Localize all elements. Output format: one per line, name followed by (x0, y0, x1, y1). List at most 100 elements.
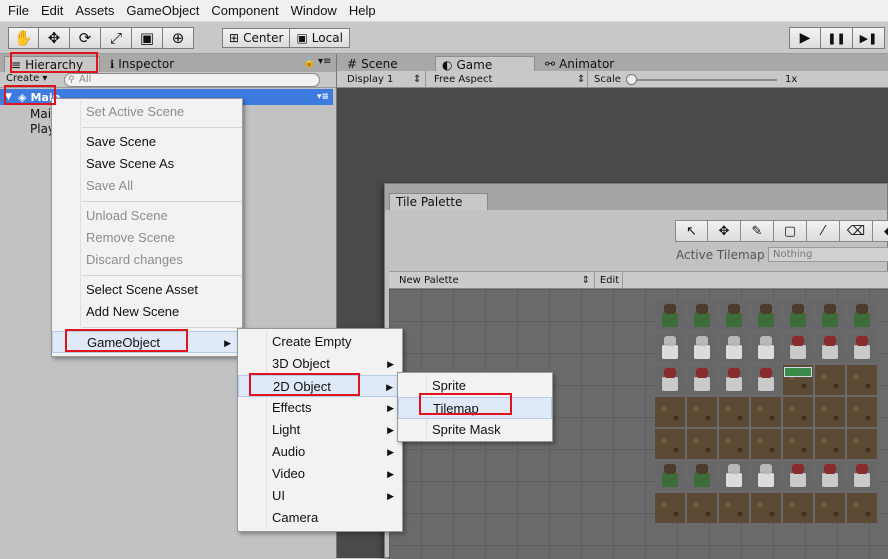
menu-item-remove-scene[interactable]: Remove Scene (52, 227, 175, 249)
dirt-tile[interactable] (751, 429, 781, 459)
menu-assets[interactable]: Assets (69, 0, 120, 22)
panel-menu-icon[interactable]: ▾≡ (318, 56, 331, 67)
palette-dropdown[interactable]: New Palette ⇕ (389, 272, 595, 289)
tab-animator[interactable]: ⚯ Animator (539, 56, 620, 72)
dirt-tile[interactable] (815, 493, 845, 523)
hierarchy-search-input[interactable]: ⚲ All (64, 73, 320, 87)
character-tile[interactable] (655, 301, 685, 331)
menu-item-discard-changes[interactable]: Discard changes (52, 249, 183, 271)
dirt-tile[interactable] (655, 397, 685, 427)
dirt-tile[interactable] (783, 397, 813, 427)
menu-item-ui[interactable]: UI ▶ (238, 485, 402, 507)
character-tile[interactable] (687, 333, 717, 363)
transform-tool-button[interactable]: ⊕ (163, 27, 194, 49)
move-tool-button[interactable]: ✥ (708, 220, 741, 242)
menu-edit[interactable]: Edit (35, 0, 69, 22)
character-tile[interactable] (847, 333, 877, 363)
active-tilemap-dropdown[interactable]: Nothing (768, 247, 888, 262)
palette-edit-button[interactable]: Edit (597, 272, 623, 289)
dirt-tile[interactable] (655, 493, 685, 523)
character-tile[interactable] (719, 461, 749, 491)
menu-item-effects[interactable]: Effects ▶ (238, 397, 402, 419)
tab-inspector[interactable]: ℹ Inspector (104, 56, 180, 72)
dirt-tile[interactable] (687, 429, 717, 459)
character-tile[interactable] (687, 461, 717, 491)
scale-slider-thumb[interactable] (626, 74, 637, 85)
character-tile[interactable] (719, 333, 749, 363)
dirt-tile[interactable] (655, 429, 685, 459)
dirt-tile[interactable] (751, 397, 781, 427)
dirt-tile[interactable] (687, 493, 717, 523)
menu-component[interactable]: Component (205, 0, 284, 22)
step-button[interactable]: ▶❚ (853, 27, 885, 49)
tab-scene[interactable]: # Scene (341, 56, 404, 72)
character-tile[interactable] (847, 301, 877, 331)
lock-icon[interactable]: 🔒 (303, 57, 315, 68)
dirt-tile[interactable] (719, 429, 749, 459)
tab-tile-palette[interactable]: Tile Palette (389, 193, 488, 210)
menu-item-light[interactable]: Light ▶ (238, 419, 402, 441)
menu-item-add-new-scene[interactable]: Add New Scene (52, 301, 179, 323)
menu-item-video[interactable]: Video ▶ (238, 463, 402, 485)
menu-window[interactable]: Window (285, 0, 343, 22)
menu-gameobject[interactable]: GameObject (120, 0, 205, 22)
dirt-tile[interactable] (751, 493, 781, 523)
hand-tool-button[interactable]: ✋ (8, 27, 39, 49)
character-tile[interactable] (815, 301, 845, 331)
character-tile[interactable] (687, 301, 717, 331)
dirt-tile[interactable] (719, 493, 749, 523)
rect-tool-button[interactable]: ▣ (132, 27, 163, 49)
scene-menu-icon[interactable]: ▾≡ (317, 92, 329, 102)
picker-tool-button[interactable]: ⁄ (807, 220, 840, 242)
menu-item-audio[interactable]: Audio ▶ (238, 441, 402, 463)
character-tile[interactable] (815, 333, 845, 363)
character-tile[interactable] (783, 461, 813, 491)
menu-item-sprite-mask[interactable]: Sprite Mask (398, 419, 552, 441)
create-dropdown[interactable]: Create ▾ (6, 73, 47, 84)
character-tile[interactable] (751, 365, 781, 395)
menu-item-save-all[interactable]: Save All (52, 175, 133, 197)
character-tile[interactable] (655, 333, 685, 363)
menu-item-save-scene-as[interactable]: Save Scene As (52, 153, 174, 175)
tab-game[interactable]: ◐ Game (435, 56, 535, 72)
character-tile[interactable] (751, 333, 781, 363)
select-tool-button[interactable]: ↖ (675, 220, 708, 242)
menu-item-set-active-scene[interactable]: Set Active Scene (52, 101, 184, 123)
menu-item-camera[interactable]: Camera (238, 507, 402, 529)
menu-item-save-scene[interactable]: Save Scene (52, 131, 156, 153)
box-fill-tool-button[interactable]: ▢ (774, 220, 807, 242)
character-tile[interactable] (719, 301, 749, 331)
character-tile[interactable] (751, 461, 781, 491)
character-tile[interactable] (783, 333, 813, 363)
character-tile[interactable] (847, 461, 877, 491)
character-tile[interactable] (751, 301, 781, 331)
menu-item-create-empty[interactable]: Create Empty (238, 331, 402, 353)
eraser-tool-button[interactable]: ⌫ (840, 220, 873, 242)
menu-item-3d-object[interactable]: 3D Object ▶ (238, 353, 402, 375)
dirt-tile[interactable] (687, 397, 717, 427)
dirt-tile[interactable] (815, 365, 845, 395)
character-tile[interactable] (655, 461, 685, 491)
scale-tool-button[interactable]: ⤢ (101, 27, 132, 49)
move-tool-button[interactable]: ✥ (39, 27, 70, 49)
scale-slider-track[interactable] (627, 79, 777, 81)
menu-item-select-scene-asset[interactable]: Select Scene Asset (52, 279, 198, 301)
character-tile[interactable] (783, 301, 813, 331)
rotate-tool-button[interactable]: ⟳ (70, 27, 101, 49)
hierarchy-item[interactable]: Mai (30, 107, 51, 121)
dirt-tile[interactable] (783, 493, 813, 523)
dirt-tile[interactable] (783, 429, 813, 459)
paint-tool-button[interactable]: ✎ (741, 220, 774, 242)
exit-sign-tile[interactable] (783, 365, 813, 395)
menu-help[interactable]: Help (343, 0, 382, 22)
dirt-tile[interactable] (815, 429, 845, 459)
pause-button[interactable]: ❚❚ (821, 27, 853, 49)
dirt-tile[interactable] (847, 493, 877, 523)
fill-tool-button[interactable]: ◆ (873, 220, 888, 242)
pivot-center-button[interactable]: ⊞ Center (222, 28, 291, 48)
character-tile[interactable] (655, 365, 685, 395)
menu-file[interactable]: File (2, 0, 35, 22)
aspect-dropdown[interactable]: Free Aspect (434, 73, 492, 86)
character-tile[interactable] (687, 365, 717, 395)
menu-item-unload-scene[interactable]: Unload Scene (52, 205, 168, 227)
